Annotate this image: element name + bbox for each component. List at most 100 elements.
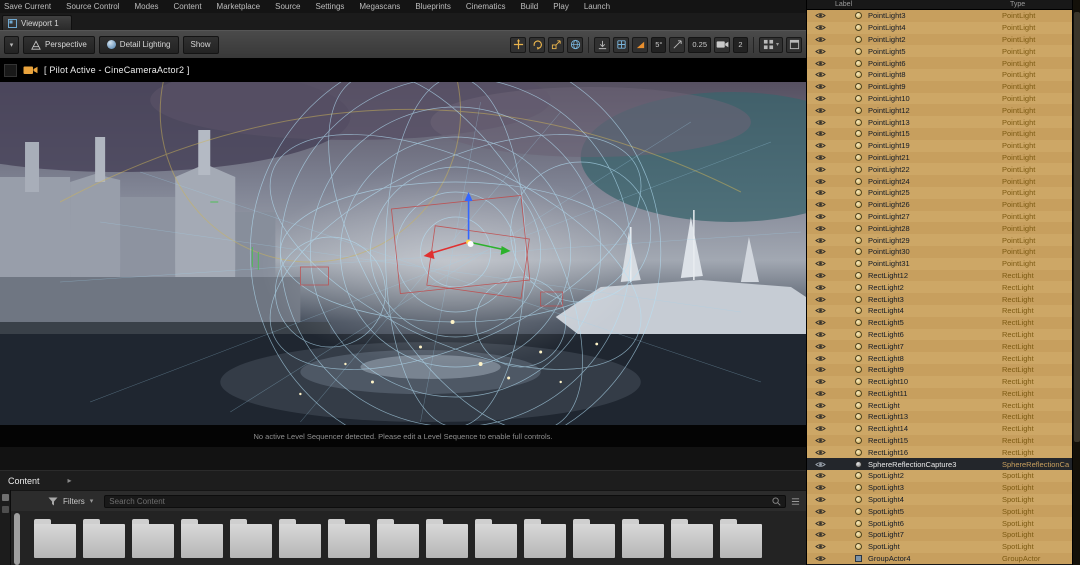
outliner-row[interactable]: RectLight3 RectLight bbox=[807, 293, 1072, 305]
visibility-eye-icon[interactable] bbox=[815, 142, 827, 149]
folder-icon[interactable] bbox=[720, 519, 762, 565]
actor-label[interactable]: RectLight14 bbox=[868, 424, 1002, 433]
folder-icon[interactable] bbox=[622, 519, 664, 565]
visibility-eye-icon[interactable] bbox=[815, 378, 827, 385]
folder-icon[interactable] bbox=[524, 519, 566, 565]
sources-toggle-icon[interactable] bbox=[2, 494, 9, 501]
visibility-eye-icon[interactable] bbox=[815, 166, 827, 173]
outliner-row[interactable]: PointLight2 PointLight bbox=[807, 34, 1072, 46]
actor-label[interactable]: PointLight10 bbox=[868, 94, 1002, 103]
outliner-row[interactable]: SpotLight2 SpotLight bbox=[807, 470, 1072, 482]
sources-panel-strip[interactable] bbox=[0, 490, 11, 565]
camera-speed-icon[interactable] bbox=[714, 37, 730, 53]
menu-item-source[interactable]: Source bbox=[275, 2, 300, 11]
scale-snap-icon[interactable] bbox=[669, 37, 685, 53]
actor-label[interactable]: RectLight5 bbox=[868, 318, 1002, 327]
outliner-row[interactable]: RectLight7 RectLight bbox=[807, 340, 1072, 352]
menu-item-save-current[interactable]: Save Current bbox=[4, 2, 51, 11]
outliner-row[interactable]: PointLight12 PointLight bbox=[807, 104, 1072, 116]
visibility-eye-icon[interactable] bbox=[815, 531, 827, 538]
outliner-row[interactable]: RectLight10 RectLight bbox=[807, 376, 1072, 388]
outliner-row[interactable]: RectLight14 RectLight bbox=[807, 423, 1072, 435]
perspective-button[interactable]: Perspective bbox=[23, 36, 95, 54]
actor-label[interactable]: PointLight29 bbox=[868, 236, 1002, 245]
actor-label[interactable]: PointLight31 bbox=[868, 259, 1002, 268]
actor-label[interactable]: RectLight2 bbox=[868, 283, 1002, 292]
outliner-label-column-header[interactable]: Label bbox=[835, 1, 852, 8]
visibility-eye-icon[interactable] bbox=[815, 472, 827, 479]
actor-label[interactable]: PointLight27 bbox=[868, 212, 1002, 221]
visibility-eye-icon[interactable] bbox=[815, 119, 827, 126]
visibility-eye-icon[interactable] bbox=[815, 461, 827, 468]
outliner-row[interactable]: PointLight4 PointLight bbox=[807, 22, 1072, 34]
surface-snap-icon[interactable] bbox=[594, 37, 610, 53]
visibility-eye-icon[interactable] bbox=[815, 178, 827, 185]
visibility-eye-icon[interactable] bbox=[815, 413, 827, 420]
search-input[interactable] bbox=[109, 497, 768, 506]
menu-item-source-control[interactable]: Source Control bbox=[66, 2, 119, 11]
rotate-tool-icon[interactable] bbox=[529, 37, 545, 53]
outliner-row[interactable]: SpotLight4 SpotLight bbox=[807, 494, 1072, 506]
visibility-eye-icon[interactable] bbox=[815, 496, 827, 503]
visibility-eye-icon[interactable] bbox=[815, 343, 827, 350]
outliner-row[interactable]: PointLight9 PointLight bbox=[807, 81, 1072, 93]
actor-label[interactable]: SpotLight bbox=[868, 542, 1002, 551]
actor-label[interactable]: SpotLight5 bbox=[868, 507, 1002, 516]
outliner-row[interactable]: SphereReflectionCapture3 SphereReflectio… bbox=[807, 458, 1072, 470]
visibility-eye-icon[interactable] bbox=[815, 48, 827, 55]
outliner-row[interactable]: SpotLight3 SpotLight bbox=[807, 482, 1072, 494]
actor-label[interactable]: RectLight9 bbox=[868, 365, 1002, 374]
outliner-scroll-thumb[interactable] bbox=[1074, 12, 1080, 442]
actor-label[interactable]: RectLight7 bbox=[868, 342, 1002, 351]
actor-label[interactable]: GroupActor4 bbox=[868, 554, 1002, 563]
actor-label[interactable]: RectLight11 bbox=[868, 389, 1002, 398]
visibility-eye-icon[interactable] bbox=[815, 189, 827, 196]
outliner-row[interactable]: PointLight24 PointLight bbox=[807, 175, 1072, 187]
visibility-eye-icon[interactable] bbox=[815, 272, 827, 279]
folder-icon[interactable] bbox=[671, 519, 713, 565]
actor-label[interactable]: PointLight19 bbox=[868, 141, 1002, 150]
visibility-eye-icon[interactable] bbox=[815, 60, 827, 67]
outliner-row[interactable]: RectLight9 RectLight bbox=[807, 364, 1072, 376]
visibility-eye-icon[interactable] bbox=[815, 237, 827, 244]
outliner-row[interactable]: SpotLight5 SpotLight bbox=[807, 505, 1072, 517]
visibility-eye-icon[interactable] bbox=[815, 12, 827, 19]
folder-icon[interactable] bbox=[132, 519, 174, 565]
actor-label[interactable]: RectLight12 bbox=[868, 271, 1002, 280]
outliner-row[interactable]: RectLight12 RectLight bbox=[807, 270, 1072, 282]
visibility-eye-icon[interactable] bbox=[815, 24, 827, 31]
actor-label[interactable]: PointLight30 bbox=[868, 247, 1002, 256]
folder-icon[interactable] bbox=[230, 519, 272, 565]
outliner-row[interactable]: RectLight8 RectLight bbox=[807, 352, 1072, 364]
actor-label[interactable]: PointLight13 bbox=[868, 118, 1002, 127]
outliner-row[interactable]: PointLight6 PointLight bbox=[807, 57, 1072, 69]
menu-item-build[interactable]: Build bbox=[520, 2, 538, 11]
visibility-eye-icon[interactable] bbox=[815, 331, 827, 338]
viewport-options-button[interactable]: ▾ bbox=[4, 36, 19, 54]
outliner-row[interactable]: PointLight22 PointLight bbox=[807, 163, 1072, 175]
outliner-row[interactable]: PointLight27 PointLight bbox=[807, 211, 1072, 223]
outliner-row[interactable]: RectLight13 RectLight bbox=[807, 411, 1072, 423]
grid-snap-icon[interactable] bbox=[613, 37, 629, 53]
outliner-row[interactable]: PointLight29 PointLight bbox=[807, 234, 1072, 246]
visibility-eye-icon[interactable] bbox=[815, 83, 827, 90]
outliner-row[interactable]: RectLight15 RectLight bbox=[807, 435, 1072, 447]
outliner-row[interactable]: PointLight5 PointLight bbox=[807, 45, 1072, 57]
world-space-icon[interactable] bbox=[567, 37, 583, 53]
visibility-eye-icon[interactable] bbox=[815, 154, 827, 161]
visibility-eye-icon[interactable] bbox=[815, 520, 827, 527]
visibility-eye-icon[interactable] bbox=[815, 225, 827, 232]
visibility-eye-icon[interactable] bbox=[815, 284, 827, 291]
outliner-type-column-header[interactable]: Type bbox=[1010, 1, 1025, 8]
folder-icon[interactable] bbox=[328, 519, 370, 565]
actor-label[interactable]: PointLight24 bbox=[868, 177, 1002, 186]
camera-speed-value[interactable]: 2 bbox=[733, 37, 748, 53]
visibility-eye-icon[interactable] bbox=[815, 130, 827, 137]
outliner-row[interactable]: RectLight RectLight bbox=[807, 399, 1072, 411]
visibility-eye-icon[interactable] bbox=[815, 366, 827, 373]
actor-label[interactable]: RectLight15 bbox=[868, 436, 1002, 445]
folder-icon[interactable] bbox=[34, 519, 76, 565]
move-tool-icon[interactable] bbox=[510, 37, 526, 53]
visibility-eye-icon[interactable] bbox=[815, 107, 827, 114]
visibility-eye-icon[interactable] bbox=[815, 425, 827, 432]
